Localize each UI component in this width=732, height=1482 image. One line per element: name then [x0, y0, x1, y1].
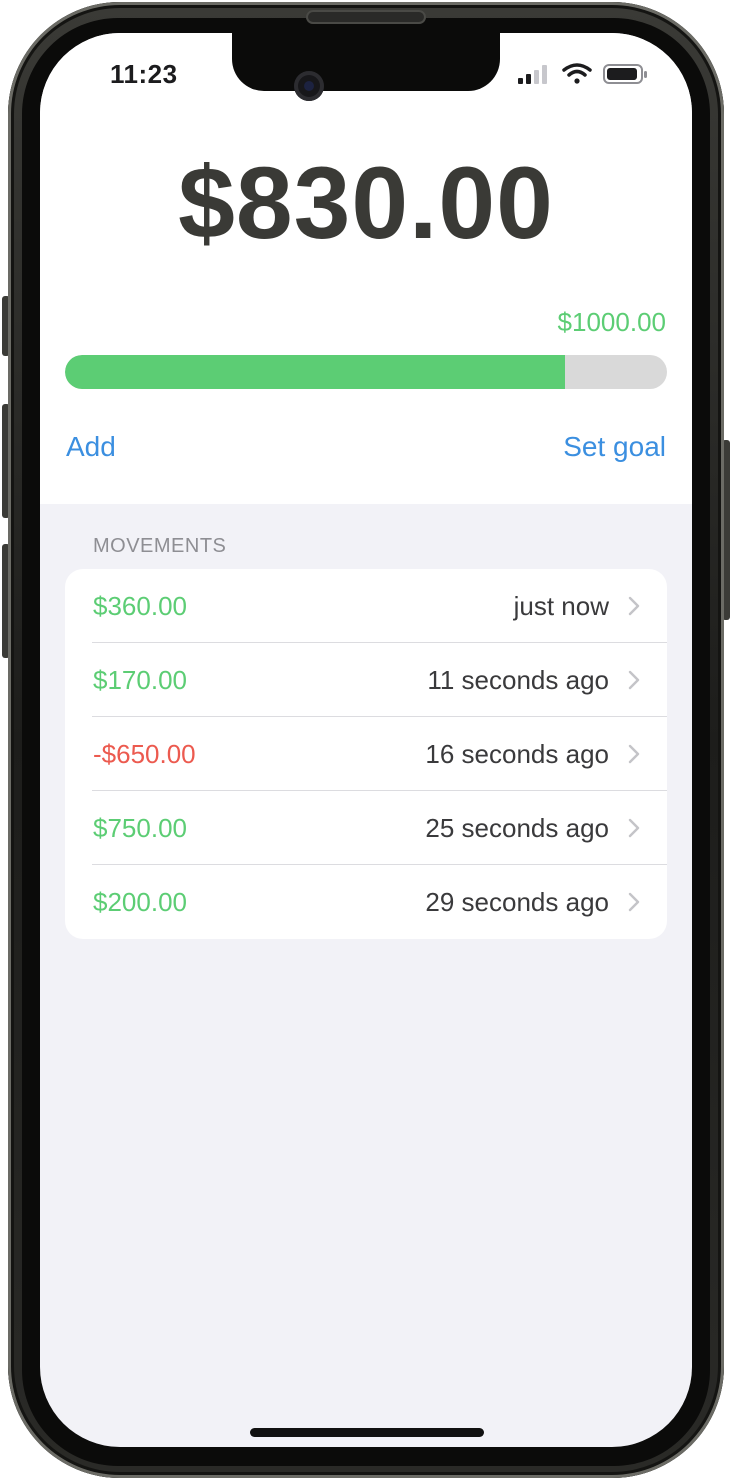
goal-amount: $1000.00: [557, 307, 666, 337]
movement-amount: $170.00: [93, 665, 187, 695]
movements-list: $360.00 just now $170.00 11 seconds ago …: [65, 569, 667, 939]
movement-row[interactable]: -$650.00 16 seconds ago: [65, 717, 667, 791]
display-notch: [232, 33, 500, 91]
balance-panel: 11:23 $830.00 $1000.00 Add Set goal: [40, 33, 692, 504]
chevron-right-icon: [628, 596, 640, 616]
balance-amount: $830.00: [178, 146, 554, 260]
movement-time: just now: [513, 591, 609, 621]
movement-amount: $750.00: [93, 813, 187, 843]
status-time: 11:23: [110, 59, 178, 89]
chevron-right-icon: [628, 744, 640, 764]
movements-section-header: MOVEMENTS: [93, 535, 227, 557]
set-goal-button[interactable]: Set goal: [563, 431, 666, 463]
front-camera: [294, 71, 324, 101]
goal-progress-bar: [65, 355, 667, 389]
movement-row[interactable]: $750.00 25 seconds ago: [65, 791, 667, 865]
movement-row[interactable]: $170.00 11 seconds ago: [65, 643, 667, 717]
movement-row[interactable]: $360.00 just now: [65, 569, 667, 643]
movement-amount: $200.00: [93, 887, 187, 917]
movement-row[interactable]: $200.00 29 seconds ago: [65, 865, 667, 939]
movement-time: 25 seconds ago: [425, 813, 609, 843]
chevron-right-icon: [628, 670, 640, 690]
home-indicator[interactable]: [250, 1428, 484, 1437]
cellular-signal-icon: [518, 65, 547, 84]
movement-amount: -$650.00: [93, 739, 196, 769]
phone-device: 11:23 $830.00 $1000.00 Add Set goal MOVE…: [0, 0, 732, 1482]
earpiece-speaker: [306, 10, 426, 24]
chevron-right-icon: [628, 818, 640, 838]
wifi-icon: [562, 63, 592, 84]
chevron-right-icon: [628, 892, 640, 912]
add-button[interactable]: Add: [66, 431, 116, 463]
battery-icon: [603, 64, 647, 84]
movement-time: 29 seconds ago: [425, 887, 609, 917]
app-screen: 11:23 $830.00 $1000.00 Add Set goal MOVE…: [40, 33, 692, 1447]
status-icons: [518, 63, 647, 84]
movement-time: 11 seconds ago: [427, 665, 609, 695]
movement-time: 16 seconds ago: [425, 739, 609, 769]
goal-progress-fill: [65, 355, 565, 389]
movement-amount: $360.00: [93, 591, 187, 621]
